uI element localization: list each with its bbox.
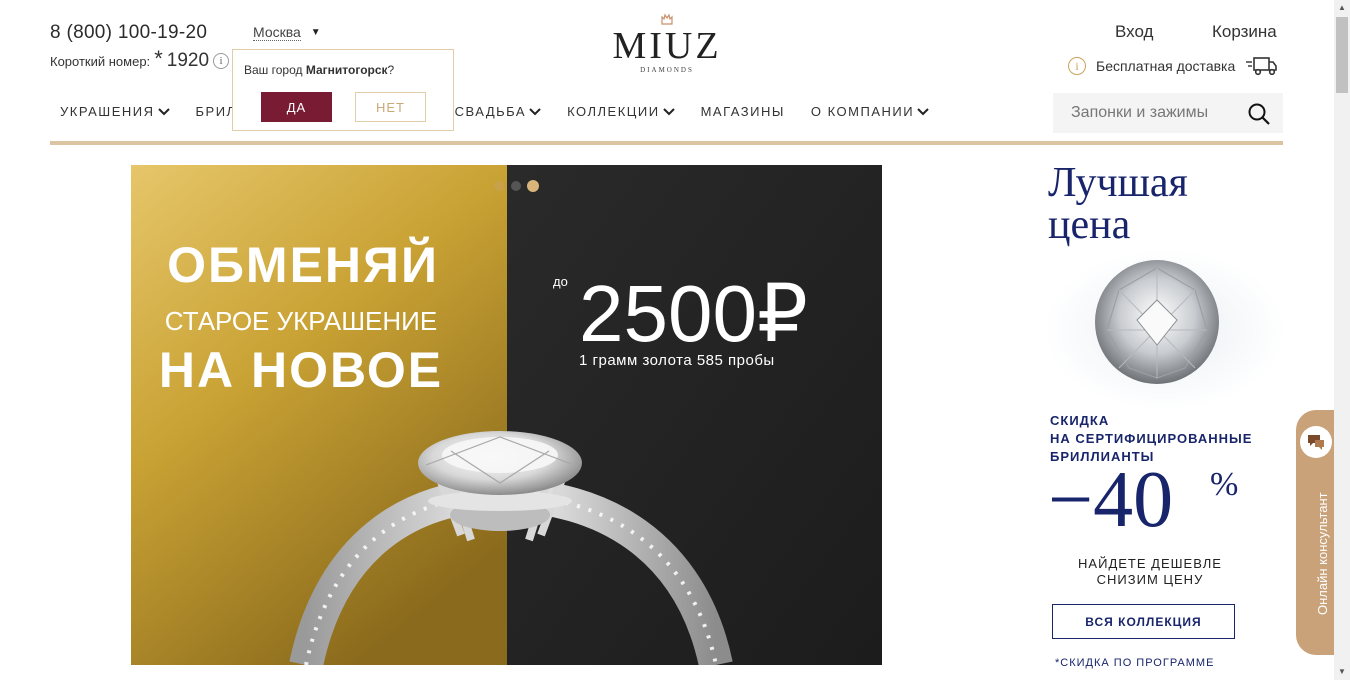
nav-item-label: СВАДЬБА <box>454 104 527 119</box>
banner-line2: СТАРОЕ УКРАШЕНИЕ <box>165 306 437 336</box>
info-icon[interactable]: i <box>1068 57 1086 75</box>
all-collection-button[interactable]: ВСЯ КОЛЛЕКЦИЯ <box>1052 604 1235 639</box>
slide-dot-1[interactable] <box>494 181 504 191</box>
nav-item-wedding[interactable]: СВАДЬБА <box>455 104 541 119</box>
nav-item-label: БРИЛ <box>195 104 237 119</box>
nav-item-label: КОЛЛЕКЦИИ <box>567 104 660 119</box>
city-selector[interactable]: Москва ▼ <box>253 24 321 41</box>
info-icon[interactable]: i <box>213 53 230 69</box>
price-match-line2: СНИЗИМ ЦЕНУ <box>1096 572 1204 587</box>
chevron-down-icon <box>529 107 541 115</box>
nav-item-jewelry[interactable]: УКРАШЕНИЯ <box>60 104 170 119</box>
nav-item-stores[interactable]: МАГАЗИНЫ <box>701 104 785 119</box>
reject-city-button[interactable]: НЕТ <box>355 92 426 122</box>
chat-icon[interactable] <box>1300 426 1332 458</box>
slide-dot-3[interactable] <box>527 180 539 192</box>
scroll-down-arrow-icon[interactable]: ▼ <box>1334 664 1350 680</box>
promo-percent-sign: % <box>1210 466 1239 503</box>
caret-down-icon[interactable]: ▼ <box>311 27 321 38</box>
promo-footnote: *СКИДКА ПО ПРОГРАММЕ <box>1055 657 1215 669</box>
price-match-line1: НАЙДЕТЕ ДЕШЕВЛЕ <box>1078 556 1222 571</box>
chevron-down-icon <box>662 107 675 115</box>
truck-icon <box>1246 57 1278 76</box>
promo-best-price[interactable]: Лучшая цена СКИДКА НА СЕРТИФИЦИРОВАННЫЕ … <box>1010 150 1285 680</box>
confirm-city-button[interactable]: ДА <box>261 92 332 122</box>
nav-item-label: УКРАШЕНИЯ <box>60 104 155 119</box>
promo-text-line1: СКИДКА <box>1050 413 1110 428</box>
diamond-image <box>1045 250 1285 410</box>
price-match-note: НАЙДЕТЕ ДЕШЕВЛЕ СНИЗИМ ЦЕНУ <box>1050 556 1250 588</box>
nav-item-about[interactable]: О КОМПАНИИ <box>811 104 929 119</box>
city-question-prefix: Ваш город <box>244 63 306 77</box>
chevron-down-icon <box>157 107 170 115</box>
free-delivery-label: Бесплатная доставка <box>1096 58 1236 74</box>
logo[interactable]: MIUZ DIAMONDS <box>610 12 724 74</box>
search-input[interactable] <box>1071 104 1241 122</box>
banner-upto: до <box>553 274 568 289</box>
short-number: Короткий номер: * 1920 i <box>50 46 230 72</box>
cart-link[interactable]: Корзина <box>1212 22 1277 42</box>
hero-banner-art: ОБМЕНЯЙ СТАРОЕ УКРАШЕНИЕ НА НОВОЕ до 250… <box>131 165 882 665</box>
header-divider <box>50 141 1283 145</box>
hero-banner[interactable]: ОБМЕНЯЙ СТАРОЕ УКРАШЕНИЕ НА НОВОЕ до 250… <box>131 165 882 665</box>
banner-note: 1 грамм золота 585 пробы <box>579 352 775 369</box>
nav-item-diamonds[interactable]: БРИЛ <box>196 104 237 119</box>
city-question: Ваш город Магнитогорск? <box>244 63 394 77</box>
promo-title: Лучшая цена <box>1048 162 1188 246</box>
promo-title-line1: Лучшая <box>1048 160 1188 206</box>
nav-item-label: МАГАЗИНЫ <box>700 104 785 119</box>
logo-word: MIUZ <box>612 25 722 67</box>
crown-icon <box>661 13 673 25</box>
banner-line3: НА НОВОЕ <box>159 342 443 398</box>
nav-item-label: О КОМПАНИИ <box>810 104 915 119</box>
scroll-up-arrow-icon[interactable]: ▲ <box>1334 0 1350 16</box>
online-consultant-tab[interactable]: Онлайн консультант <box>1296 410 1334 655</box>
slide-dot-2[interactable] <box>511 181 521 191</box>
online-consultant-label: Онлайн консультант <box>1315 492 1330 615</box>
short-number-label: Короткий номер: <box>50 53 151 69</box>
phone-number[interactable]: 8 (800) 100-19-20 <box>50 22 207 44</box>
logo-subtitle: DIAMONDS <box>640 66 694 74</box>
banner-amount: 2500₽ <box>579 269 808 358</box>
main-nav: УКРАШЕНИЯ БРИЛ СВАДЬБА КОЛЛЕКЦИИ МАГАЗИН… <box>60 104 929 119</box>
promo-text-line2: НА СЕРТИФИЦИРОВАННЫЕ <box>1050 431 1253 446</box>
search-icon[interactable] <box>1247 102 1271 126</box>
search-box <box>1053 93 1283 133</box>
short-number-value: 1920 <box>166 50 210 71</box>
banner-line1: ОБМЕНЯЙ <box>167 236 439 293</box>
scrollbar-thumb[interactable] <box>1336 17 1348 93</box>
detected-city: Магнитогорск <box>305 63 388 77</box>
short-number-star: * <box>154 46 163 71</box>
promo-title-line2: цена <box>1048 202 1131 248</box>
city-question-suffix: ? <box>387 63 395 77</box>
login-link[interactable]: Вход <box>1115 22 1153 42</box>
city-name[interactable]: Москва <box>253 24 301 41</box>
page-scrollbar[interactable]: ▲ ▼ <box>1334 0 1350 680</box>
chevron-down-icon <box>917 107 929 115</box>
nav-item-collections[interactable]: КОЛЛЕКЦИИ <box>567 104 675 119</box>
city-confirm-popup: Ваш город Магнитогорск? ДА НЕТ <box>232 49 454 131</box>
free-delivery[interactable]: i Бесплатная доставка <box>1068 56 1278 76</box>
promo-discount: −40 <box>1048 456 1174 544</box>
